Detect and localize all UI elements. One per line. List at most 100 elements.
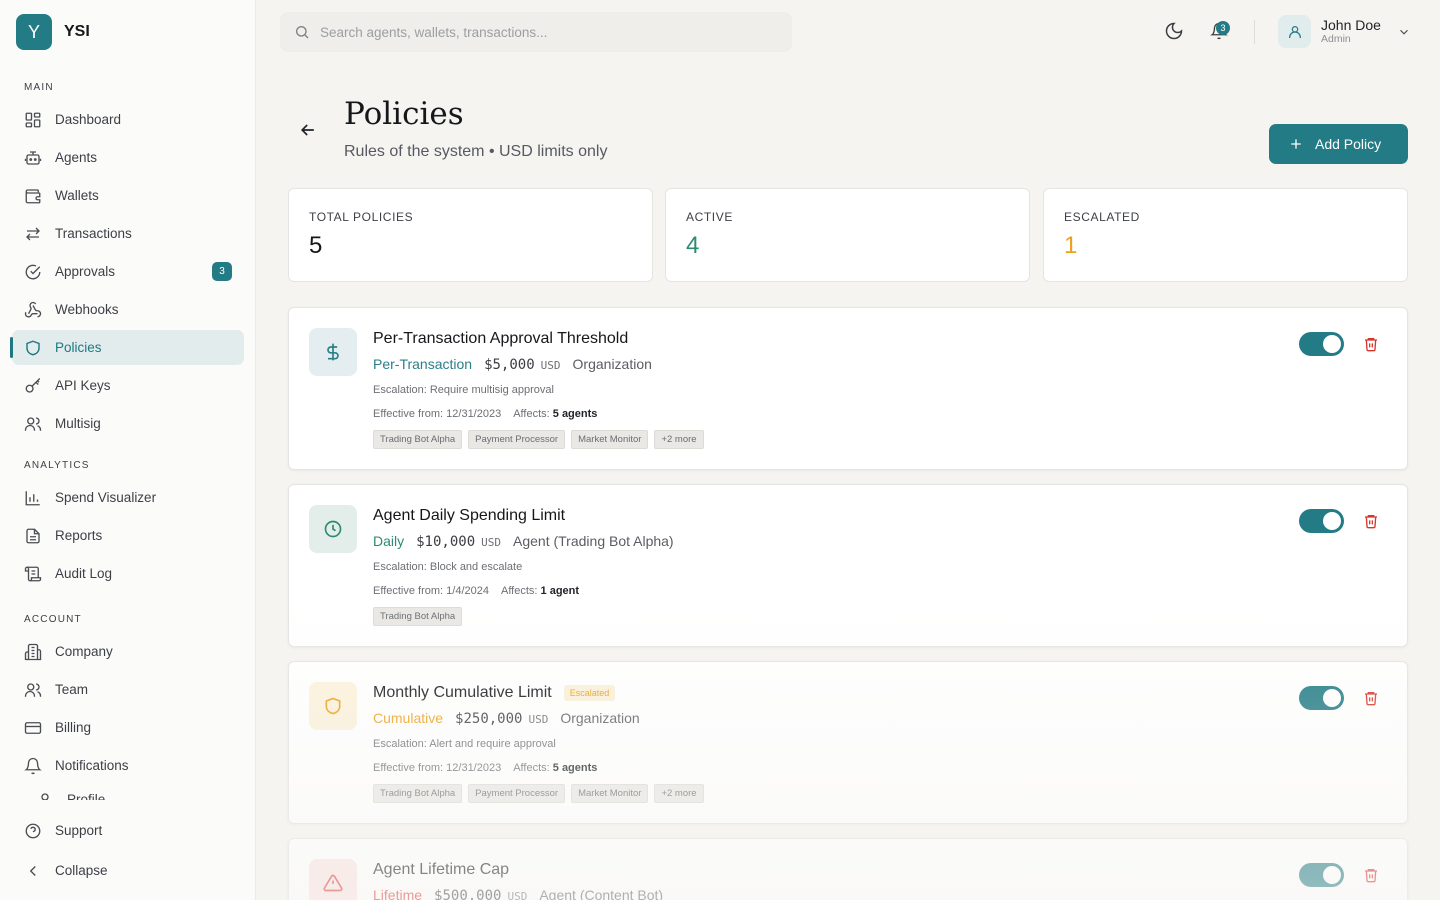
add-policy-button[interactable]: Add Policy xyxy=(1269,124,1408,164)
sidebar-item-transactions[interactable]: Transactions xyxy=(12,216,244,251)
affects-value: 5 agents xyxy=(552,408,598,420)
policy-effective-date: Effective from: 12/31/2023 xyxy=(373,762,502,774)
trash-icon[interactable] xyxy=(1363,867,1379,883)
sidebar-item-agents[interactable]: Agents xyxy=(12,140,244,175)
page-title: Policies xyxy=(344,96,464,132)
trash-icon[interactable] xyxy=(1363,690,1379,706)
sidebar-item-profile[interactable]: Profile xyxy=(24,792,224,800)
shield-icon xyxy=(325,697,341,715)
search-input[interactable] xyxy=(320,24,760,40)
sidebar-item-label: Reports xyxy=(55,528,103,543)
policy-tags: Trading Bot Alpha Payment Processor Mark… xyxy=(373,430,704,449)
sidebar-item-label: Webhooks xyxy=(55,302,119,317)
policy-escalation: Escalation: Require multisig approval xyxy=(373,384,554,396)
add-policy-label: Add Policy xyxy=(1315,136,1382,152)
search-icon xyxy=(296,26,309,39)
policy-amount: $250,000 xyxy=(455,711,523,727)
policy-scope: Agent (Trading Bot Alpha) xyxy=(513,533,674,549)
sidebar-item-webhooks[interactable]: Webhooks xyxy=(12,292,244,327)
sidebar-item-team[interactable]: Team xyxy=(12,672,244,707)
check-circle-icon xyxy=(25,264,41,279)
collapse-label: Collapse xyxy=(55,863,108,878)
sidebar-item-support[interactable]: Support xyxy=(12,813,244,848)
sidebar-item-company[interactable]: Company xyxy=(12,634,244,669)
sidebar-item-policies[interactable]: Policies xyxy=(10,330,244,365)
user-info: John Doe Admin xyxy=(1321,17,1381,46)
affects-label: Affects: xyxy=(513,762,550,774)
sidebar-item-spend-visualizer[interactable]: Spend Visualizer xyxy=(12,480,244,515)
trash-icon[interactable] xyxy=(1363,513,1379,529)
sidebar-item-label: Audit Log xyxy=(55,566,113,581)
dashboard-icon xyxy=(25,112,41,127)
policy-affects: Affects: 5 agents xyxy=(513,762,597,774)
moon-icon[interactable] xyxy=(1164,21,1184,41)
sidebar-item-billing[interactable]: Billing xyxy=(12,710,244,745)
nav-section-account: ACCOUNT Company Team Billing Notificatio… xyxy=(0,612,256,783)
stat-value: 1 xyxy=(1064,232,1078,259)
users-icon xyxy=(24,682,42,697)
avatar xyxy=(1278,15,1311,48)
user-menu[interactable]: John Doe Admin xyxy=(1278,15,1411,48)
sidebar-item-wallets[interactable]: Wallets xyxy=(12,178,244,213)
policy-type: Daily xyxy=(373,533,405,549)
policy-card[interactable]: Agent Lifetime Cap Lifetime $500,000 USD… xyxy=(288,838,1408,900)
search-bar[interactable] xyxy=(280,12,792,52)
brand[interactable]: Y YSI xyxy=(16,14,90,50)
policy-amount: $10,000 xyxy=(416,534,476,550)
more-agents-tag[interactable]: +2 more xyxy=(654,784,704,803)
sidebar-item-api-keys[interactable]: API Keys xyxy=(12,368,244,403)
policy-scope: Agent (Content Bot) xyxy=(539,887,664,900)
policy-icon-box xyxy=(309,682,357,730)
policy-toggle[interactable] xyxy=(1299,863,1344,887)
user-icon xyxy=(41,792,49,800)
policy-effective: Effective from: 12/31/2023 Affects: 5 ag… xyxy=(373,762,597,774)
policy-type: Lifetime xyxy=(373,887,423,900)
back-arrow-icon[interactable] xyxy=(298,120,318,140)
policy-toggle[interactable] xyxy=(1299,332,1344,356)
policy-toggle[interactable] xyxy=(1299,509,1344,533)
policy-title: Per-Transaction Approval Threshold xyxy=(373,330,628,348)
sidebar-item-label: Team xyxy=(55,682,89,697)
policy-card[interactable]: Agent Daily Spending Limit Daily $10,000… xyxy=(288,484,1408,647)
affects-value: 1 agent xyxy=(540,585,580,597)
warning-icon xyxy=(323,874,343,892)
sidebar-item-reports[interactable]: Reports xyxy=(12,518,244,553)
sidebar-item-label: Company xyxy=(55,644,113,659)
stat-label: ESCALATED xyxy=(1064,210,1140,224)
policy-meta: Cumulative $250,000 USD Organization xyxy=(373,710,640,727)
trash-icon[interactable] xyxy=(1363,336,1379,352)
more-agents-tag[interactable]: +2 more xyxy=(654,430,704,449)
policy-amount: $5,000 xyxy=(484,357,535,373)
sidebar-item-multisig[interactable]: Multisig xyxy=(12,406,244,441)
sidebar-item-audit-log[interactable]: Audit Log xyxy=(12,556,244,591)
sidebar-item-approvals[interactable]: Approvals 3 xyxy=(12,254,244,289)
sidebar-item-dashboard[interactable]: Dashboard xyxy=(12,102,244,137)
agent-tag: Trading Bot Alpha xyxy=(373,430,463,449)
policy-toggle[interactable] xyxy=(1299,686,1344,710)
sidebar-item-label: Spend Visualizer xyxy=(55,490,157,505)
policy-card[interactable]: Per-Transaction Approval Threshold Per-T… xyxy=(288,307,1408,470)
collapse-button[interactable]: Collapse xyxy=(12,853,244,888)
policy-title-text: Per-Transaction Approval Threshold xyxy=(373,330,629,347)
sidebar-item-label: Agents xyxy=(55,150,98,165)
policy-currency: USD xyxy=(528,713,549,726)
policy-scope: Organization xyxy=(560,710,640,726)
policy-currency: USD xyxy=(540,359,561,372)
sidebar-item-label: Policies xyxy=(55,340,102,355)
sidebar-footer: Support Collapse xyxy=(0,813,256,888)
clock-icon xyxy=(324,520,342,538)
sidebar-item-label: Support xyxy=(55,823,103,838)
policy-card[interactable]: Monthly Cumulative Limit Escalated Cumul… xyxy=(288,661,1408,824)
file-icon xyxy=(26,528,40,543)
policy-effective-date: Effective from: 1/4/2024 xyxy=(373,585,489,597)
user-role: Admin xyxy=(1321,33,1351,45)
policy-escalation: Escalation: Block and escalate xyxy=(373,561,523,573)
user-name: John Doe xyxy=(1321,17,1381,33)
policy-tags: Trading Bot Alpha xyxy=(373,607,463,626)
sidebar-item-label: Multisig xyxy=(55,416,101,431)
policy-meta: Lifetime $500,000 USD Agent (Content Bot… xyxy=(373,887,663,900)
chevron-left-icon xyxy=(29,865,36,876)
wallet-icon xyxy=(25,188,41,203)
agent-tag: Market Monitor xyxy=(571,430,649,449)
sidebar-item-notifications[interactable]: Notifications xyxy=(12,748,244,783)
